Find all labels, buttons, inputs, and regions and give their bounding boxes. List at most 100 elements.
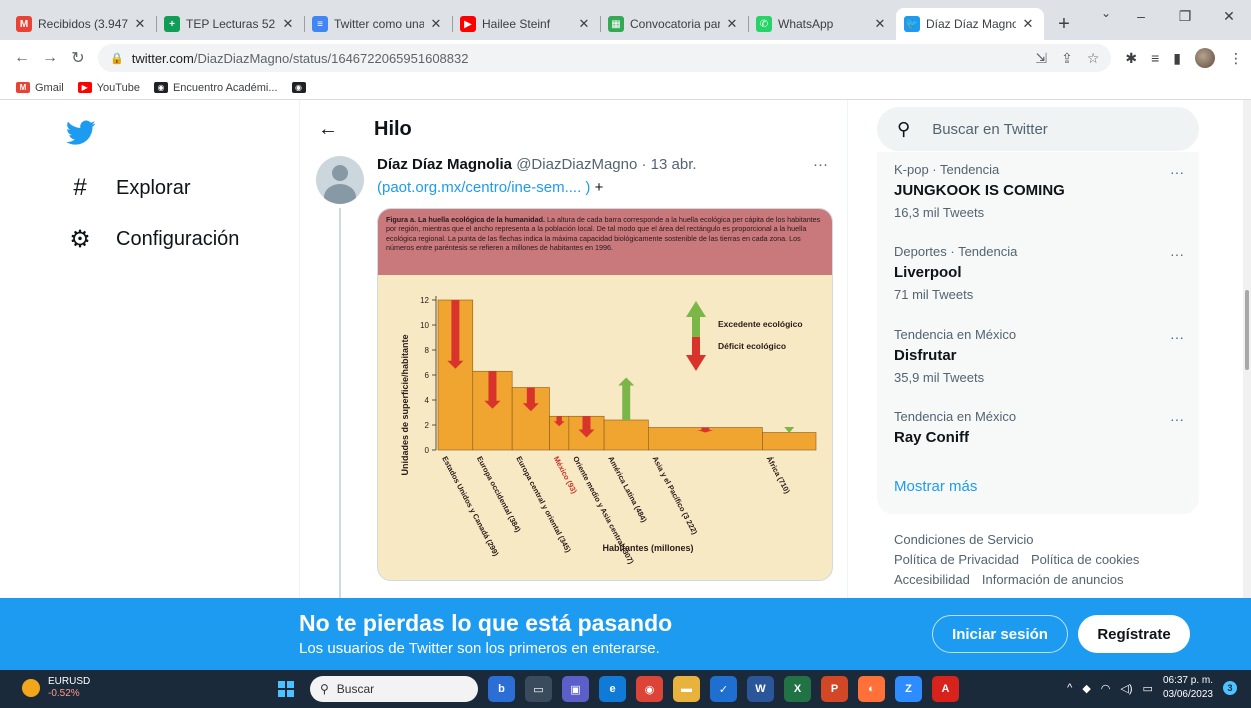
minimize-icon[interactable]: – [1119,0,1163,32]
browser-tab[interactable]: ≡ Twitter como una ✕ [304,8,452,40]
close-tab-icon[interactable]: ✕ [872,16,888,32]
avatar[interactable] [316,156,364,204]
signup-button[interactable]: Regístrate [1078,615,1190,653]
restore-icon[interactable]: ❐ [1163,0,1207,32]
author-name[interactable]: Díaz Díaz Magnolia [377,156,512,173]
clock[interactable]: 06:37 p. m. 03/06/2023 [1163,674,1213,702]
footer-link[interactable]: Condiciones de Servicio [894,532,1033,547]
page-title: Hilo [374,117,412,140]
taskbar-search-input[interactable]: ⚲ Buscar [310,676,478,702]
figure-caption: Figura a. La huella ecológica de la huma… [378,209,832,275]
footer-link[interactable]: Accesibilidad [894,572,970,587]
trend-item[interactable]: Deportes · Tendencia Liverpool 71 mil Tw… [894,244,1184,302]
tweet-link[interactable]: (paot.org.mx/centro/ine-sem.... ) [377,179,590,196]
tweet-date[interactable]: 13 abr. [651,156,697,173]
trend-more-icon[interactable]: ··· [1170,411,1184,427]
show-more-link[interactable]: Mostrar más [894,478,977,495]
nav-settings-label: Configuración [116,228,240,250]
browser-tab[interactable]: + TEP Lecturas 521 ✕ [156,8,304,40]
twitter-logo-icon[interactable] [66,120,96,151]
extensions-icon[interactable]: ✱ [1125,50,1137,67]
browser-tab[interactable]: M Recibidos (3.947) ✕ [8,8,156,40]
address-bar[interactable]: 🔒 twitter.com/DiazDiazMagno/status/16467… [98,44,1112,72]
bookmark-item[interactable]: ◉ Encuentro Académi... [153,82,278,94]
y-tick-label: 6 [425,371,430,380]
trend-more-icon[interactable]: ··· [1170,329,1184,345]
trend-more-icon[interactable]: ··· [1170,164,1184,180]
close-tab-icon[interactable]: ✕ [280,16,296,32]
browser-tab[interactable]: ✆ WhatsApp ✕ [748,8,896,40]
close-tab-icon[interactable]: ✕ [576,16,592,32]
browser-tab[interactable]: ▦ Convocatoria par ✕ [600,8,748,40]
side-panel-icon[interactable]: ▮ [1173,50,1181,67]
profile-avatar[interactable] [1195,48,1215,68]
close-tab-icon[interactable]: ✕ [428,16,444,32]
bookmark-star-icon[interactable]: ☆ [1087,50,1100,67]
close-tab-icon[interactable]: ✕ [132,16,148,32]
system-tray: ^ ◆ ◠ ◁) ▭ 06:37 p. m. 03/06/2023 3 [1067,674,1237,702]
bookmark-item[interactable]: ▶ YouTube [77,82,140,94]
share-icon[interactable]: ⇪ [1061,50,1073,67]
footer-link[interactable]: Política de cookies [1031,552,1139,567]
bookmark-item[interactable]: ◉ [291,82,311,93]
bing-chat-icon[interactable]: b [488,676,515,702]
trend-more-icon[interactable]: ··· [1170,246,1184,262]
browser-tab[interactable]: ▶ Hailee Steinf ✕ [452,8,600,40]
planner-icon[interactable]: ✓ [710,676,737,702]
twitter-page: # Explorar ⚙ Configuración ← Hilo Díaz D… [0,100,1251,598]
zoom-icon[interactable]: Z [895,676,922,702]
browser-tab[interactable]: 🐦 Díaz Díaz Magno ✕ [896,8,1044,40]
legend-surplus-arrow-icon [686,301,706,337]
trend-item[interactable]: K-pop · Tendencia JUNGKOOK IS COMING 16,… [894,162,1184,220]
login-button[interactable]: Iniciar sesión [932,615,1068,653]
footer-link[interactable]: Información de anuncios [982,572,1124,587]
trend-item[interactable]: Tendencia en México Disfrutar 35,9 mil T… [894,327,1184,385]
address-host: twitter.com [131,50,194,66]
author-handle[interactable]: @DiazDiazMagno [516,156,637,173]
close-tab-icon[interactable]: ✕ [1020,16,1036,32]
file-explorer-icon[interactable]: ▬ [673,676,700,702]
tab-search-icon[interactable]: ⌄ [1101,6,1111,20]
wifi-icon[interactable]: ◠ [1101,682,1111,695]
page-scrollbar[interactable] [1243,100,1251,598]
teams-icon[interactable]: ▣ [562,676,589,702]
back-arrow-icon[interactable]: ← [318,118,358,141]
back-icon[interactable]: ← [8,44,36,72]
scrollbar-thumb[interactable] [1245,290,1249,370]
edge-icon[interactable]: e [599,676,626,702]
defender-icon[interactable]: ◆ [1082,682,1090,695]
trend-item[interactable]: Tendencia en México Ray Coniff ··· [894,409,1184,446]
forward-icon[interactable]: → [36,44,64,72]
install-app-icon[interactable]: ⇲ [1035,50,1047,67]
nav-explore[interactable]: # Explorar [66,174,190,202]
excel-icon[interactable]: X [784,676,811,702]
reading-list-icon[interactable]: ≡ [1151,50,1159,66]
footer-link[interactable]: Política de Privacidad [894,552,1019,567]
powerpoint-icon[interactable]: P [821,676,848,702]
bookmark-item[interactable]: M Gmail [16,82,64,94]
task-view-icon[interactable]: ▭ [525,676,552,702]
new-tab-button[interactable]: + [1050,10,1078,38]
close-window-icon[interactable]: ✕ [1207,0,1251,32]
stock-widget[interactable]: EURUSD -0.52% [22,676,90,700]
close-tab-icon[interactable]: ✕ [724,16,740,32]
acrobat-icon[interactable]: A [932,676,959,702]
taskbar-apps: b ▭ ▣ e ◉ ▬ ✓ W X P ◐ Z A [488,676,959,702]
chevron-up-icon[interactable]: ^ [1067,682,1072,694]
firefox-icon[interactable]: ◐ [858,676,885,702]
word-icon[interactable]: W [747,676,774,702]
search-input[interactable]: ⚲ Buscar en Twitter [877,107,1199,151]
notification-badge[interactable]: 3 [1223,681,1237,695]
volume-icon[interactable]: ◁) [1120,682,1132,695]
tweet-image[interactable]: Figura a. La huella ecológica de la huma… [377,208,833,581]
more-options-icon[interactable]: ··· [813,156,828,173]
tab-title: Recibidos (3.947) [38,17,128,31]
battery-icon[interactable]: ▭ [1143,682,1153,695]
reload-icon[interactable]: ↻ [64,44,92,72]
nav-settings[interactable]: ⚙ Configuración [66,225,239,254]
chrome-icon[interactable]: ◉ [636,676,663,702]
x-category-label: África (710) [765,455,792,496]
chrome-menu-icon[interactable]: ⋮ [1229,50,1243,67]
windows-start-icon[interactable] [278,681,294,697]
y-axis-label: Unidades de superficie/habitante [400,334,410,475]
